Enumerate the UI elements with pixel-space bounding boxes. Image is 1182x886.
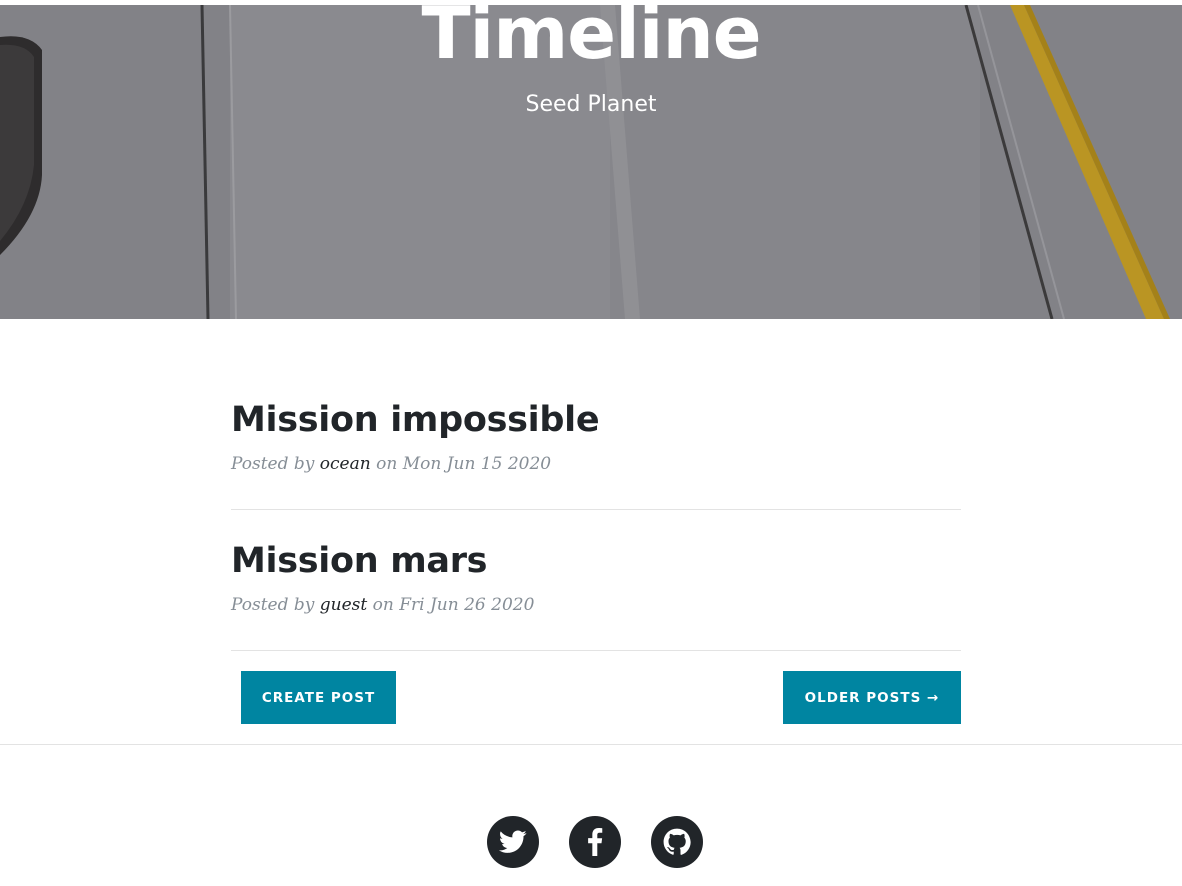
post-meta: Posted by guest on Fri Jun 26 2020 <box>231 595 961 615</box>
create-post-button[interactable]: CREATE POST <box>241 671 396 724</box>
post-preview: Mission impossible Posted by ocean on Mo… <box>231 400 961 474</box>
footer-divider <box>0 744 1182 745</box>
page-subtitle: Seed Planet <box>525 92 657 117</box>
twitter-icon <box>499 830 527 853</box>
page-title: Timeline <box>421 5 761 75</box>
post-meta: Posted by ocean on Mon Jun 15 2020 <box>231 454 961 474</box>
post-preview: Mission mars Posted by guest on Fri Jun … <box>231 541 961 615</box>
masthead: Timeline Seed Planet <box>0 5 1182 319</box>
post-title[interactable]: Mission impossible <box>231 400 961 440</box>
post-meta-on: on <box>367 595 400 615</box>
post-divider <box>231 650 961 651</box>
facebook-icon <box>588 828 603 856</box>
post-meta-on: on <box>370 454 403 474</box>
post-date: Mon Jun 15 2020 <box>402 454 552 474</box>
post-meta-prefix: Posted by <box>231 454 320 474</box>
post-meta-prefix: Posted by <box>231 595 320 615</box>
post-date: Fri Jun 26 2020 <box>399 595 535 615</box>
post-title[interactable]: Mission mars <box>231 541 961 581</box>
github-icon <box>663 828 691 855</box>
post-divider <box>231 509 961 510</box>
older-posts-button[interactable]: OLDER POSTS → <box>783 671 961 724</box>
facebook-link[interactable] <box>569 816 621 868</box>
post-author-link[interactable]: guest <box>320 595 367 615</box>
github-link[interactable] <box>651 816 703 868</box>
post-author-link[interactable]: ocean <box>320 454 371 474</box>
twitter-link[interactable] <box>487 816 539 868</box>
